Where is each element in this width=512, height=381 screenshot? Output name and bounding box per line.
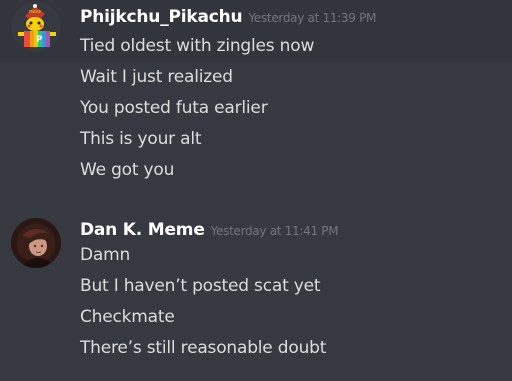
- message-header: Phijkchu_Pikachu Yesterday at 11:39 PM: [80, 7, 376, 27]
- message-line: Checkmate: [80, 307, 175, 327]
- username[interactable]: Phijkchu_Pikachu: [80, 7, 243, 27]
- user-avatar[interactable]: [11, 218, 61, 268]
- message-line: You posted futa earlier: [80, 98, 268, 118]
- message-line: This is your alt: [80, 129, 202, 149]
- message-line: We got you: [80, 160, 175, 180]
- username[interactable]: Dan K. Meme: [80, 220, 205, 240]
- dark-haired-character-avatar-icon: [11, 218, 61, 268]
- timestamp: Yesterday at 11:39 PM: [248, 11, 377, 25]
- message-header: Dan K. Meme Yesterday at 11:41 PM: [80, 220, 339, 240]
- message-group: Dan K. Meme Yesterday at 11:41 PM Damn Bu…: [0, 212, 512, 372]
- message-line: There’s still reasonable doubt: [80, 338, 327, 358]
- timestamp: Yesterday at 11:41 PM: [210, 224, 339, 238]
- message-group: ᴍᴀᴋᴇ P Phijkchu_Pikachu Yesterday at 11:…: [0, 0, 512, 200]
- chat-message-list: ᴍᴀᴋᴇ P Phijkchu_Pikachu Yesterday at 11:…: [0, 0, 512, 381]
- svg-text:ᴍᴀᴋᴇ: ᴍᴀᴋᴇ: [29, 9, 42, 15]
- user-avatar[interactable]: ᴍᴀᴋᴇ P: [11, 2, 61, 52]
- pikachu-avatar-icon: ᴍᴀᴋᴇ P: [11, 2, 61, 52]
- message-line: Wait I just realized: [80, 67, 233, 87]
- message-line: Damn: [80, 245, 131, 265]
- message-line: But I haven’t posted scat yet: [80, 276, 321, 296]
- message-line: Tied oldest with zingles now: [80, 36, 315, 56]
- svg-text:P: P: [36, 35, 43, 45]
